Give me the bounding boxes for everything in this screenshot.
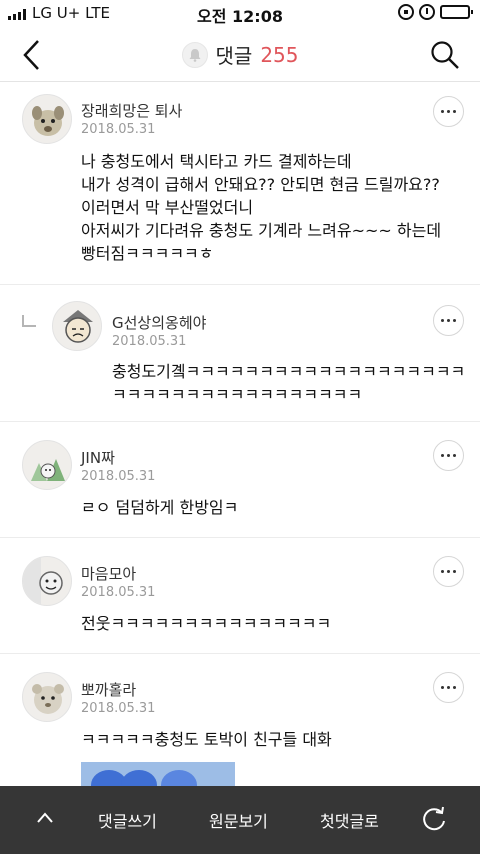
avatar	[22, 440, 72, 490]
status-bar: LG U+ LTE 오전 12:08	[0, 0, 480, 28]
battery-icon	[440, 5, 473, 19]
comment-item: 마음모아 2018.05.31 전웃ㅋㅋㅋㅋㅋㅋㅋㅋㅋㅋㅋㅋㅋㅋㅋ	[0, 538, 480, 654]
comment-list: 장래희망은 퇴사 2018.05.31 나 충청도에서 택시타고 카드 결제하는…	[0, 82, 480, 786]
comment-item: G선상의옹헤야 2018.05.31 충청도기곜ㅋㅋㅋㅋㅋㅋㅋㅋㅋㅋㅋㅋㅋㅋㅋㅋ…	[0, 285, 480, 422]
comment-date: 2018.05.31	[81, 701, 156, 716]
write-comment-button[interactable]: 댓글쓰기	[98, 808, 157, 832]
search-icon	[431, 41, 459, 69]
comment-text: 충청도기곜ㅋㅋㅋㅋㅋㅋㅋㅋㅋㅋㅋㅋㅋㅋㅋㅋㅋㅋㅋ ㅋㅋㅋㅋㅋㅋㅋㅋㅋㅋㅋㅋㅋㅋㅋ…	[112, 362, 466, 404]
comment-text: ㄹㅇ 덤덤하게 한방임ㅋ	[81, 498, 239, 517]
comment-image[interactable]	[81, 762, 235, 786]
more-options-button[interactable]	[433, 305, 464, 336]
comment-author[interactable]: G선상의옹헤야	[112, 312, 206, 333]
comment-author[interactable]: JIN짜	[81, 447, 115, 468]
more-options-button[interactable]	[433, 440, 464, 471]
avatar	[22, 672, 72, 722]
status-icons	[398, 4, 473, 20]
comment-count: 255	[260, 42, 299, 67]
comment-date: 2018.05.31	[112, 334, 187, 349]
more-options-button[interactable]	[433, 556, 464, 587]
view-original-button[interactable]: 원문보기	[209, 808, 268, 832]
comment-date: 2018.05.31	[81, 122, 156, 137]
bottom-toolbar: 댓글쓰기 원문보기 첫댓글로	[0, 786, 480, 854]
comment-date: 2018.05.31	[81, 469, 156, 484]
nav-bar: 댓글 255	[0, 28, 480, 82]
avatar	[22, 94, 72, 144]
page-title: 댓글	[215, 44, 253, 68]
chevron-up-icon	[37, 812, 53, 823]
scroll-up-button[interactable]	[36, 810, 54, 824]
comment-item: 뽀까홀라 2018.05.31 ㅋㅋㅋㅋㅋ충청도 토박이 친구들 대화	[0, 654, 480, 786]
comment-text: 나 충청도에서 택시타고 카드 결제하는데 내가 성격이 급해서 안돼요?? 안…	[81, 152, 442, 263]
comment-date: 2018.05.31	[81, 585, 156, 600]
comment-text: ㅋㅋㅋㅋㅋ충청도 토박이 친구들 대화	[81, 730, 332, 749]
comment-item: JIN짜 2018.05.31 ㄹㅇ 덤덤하게 한방임ㅋ	[0, 422, 480, 538]
rotation-lock-icon	[398, 4, 414, 20]
reply-indicator-icon	[22, 315, 36, 327]
alarm-icon	[419, 4, 435, 20]
refresh-button[interactable]	[420, 805, 448, 833]
more-options-button[interactable]	[433, 96, 464, 127]
avatar	[52, 301, 102, 351]
comment-item: 장래희망은 퇴사 2018.05.31 나 충청도에서 택시타고 카드 결제하는…	[0, 82, 480, 285]
search-button[interactable]	[430, 40, 460, 70]
first-comment-button[interactable]: 첫댓글로	[320, 808, 379, 832]
refresh-icon	[423, 806, 445, 831]
bell-icon	[181, 41, 208, 68]
comment-author[interactable]: 뽀까홀라	[81, 679, 136, 700]
comment-author[interactable]: 장래희망은 퇴사	[81, 100, 182, 121]
more-options-button[interactable]	[433, 672, 464, 703]
comment-text: 전웃ㅋㅋㅋㅋㅋㅋㅋㅋㅋㅋㅋㅋㅋㅋㅋ	[81, 614, 332, 633]
avatar	[22, 556, 72, 606]
nav-title-group: 댓글 255	[0, 40, 480, 69]
comment-author[interactable]: 마음모아	[81, 563, 136, 584]
